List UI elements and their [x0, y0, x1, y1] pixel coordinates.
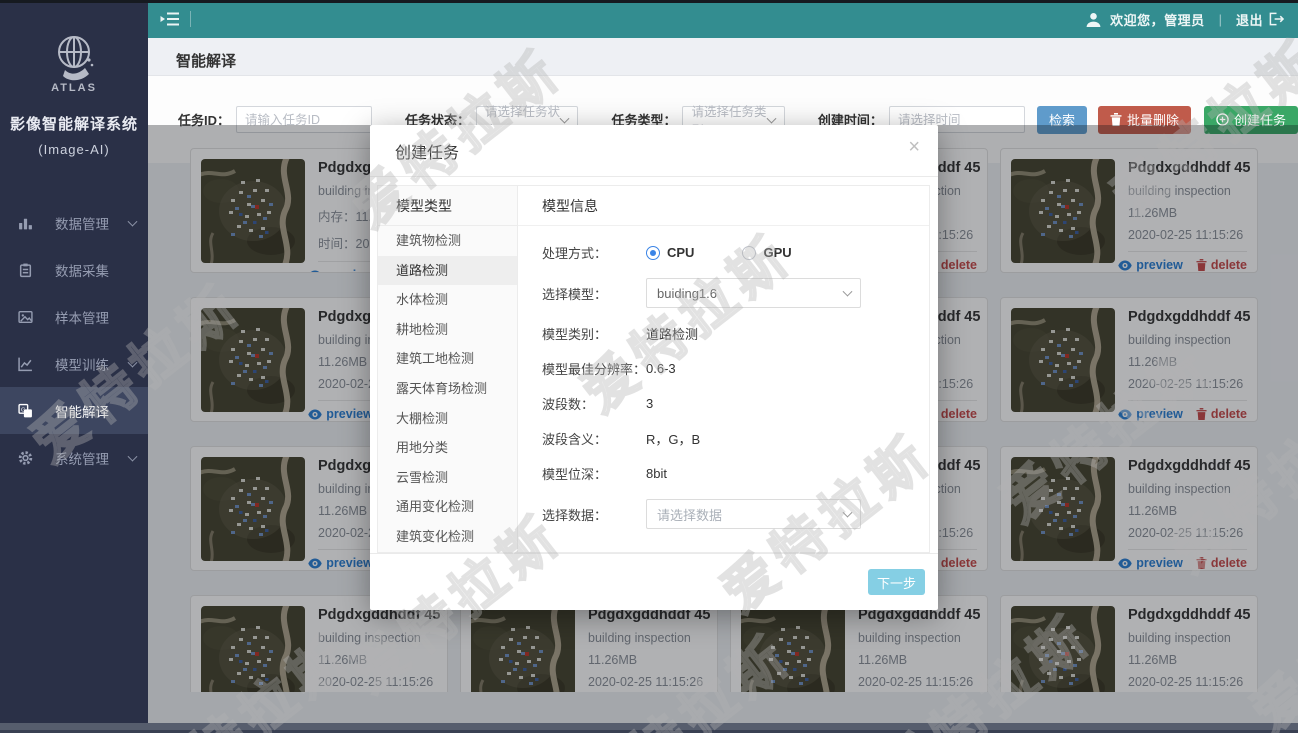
band-count-label: 波段数：	[542, 394, 646, 413]
model-type-item[interactable]: 道路检测	[378, 256, 517, 286]
svg-text:G: G	[21, 407, 26, 413]
sidebar-item-label: 数据采集	[55, 260, 109, 280]
sidebar-item-smart-interpret[interactable]: G 智能解译	[0, 387, 148, 434]
chevron-down-icon	[843, 287, 853, 297]
separator: |	[1219, 12, 1222, 27]
chevron-down-icon	[128, 216, 138, 226]
logo-block: ATLAS 影像智能解译系统 (Image-AI)	[0, 0, 148, 157]
gear-icon	[18, 450, 33, 465]
model-resolution-value: 0.6-3	[646, 361, 676, 376]
model-type-panel: 模型类型 建筑物检测道路检测水体检测耕地检测建筑工地检测露天体育场检测大棚检测用…	[378, 186, 518, 552]
band-meaning-label: 波段含义：	[542, 429, 646, 448]
footer-bar	[0, 723, 1298, 733]
collapse-menu-icon[interactable]	[158, 8, 182, 30]
model-type-item[interactable]: 用地分类	[378, 433, 517, 463]
sidebar-item-label: 系统管理	[55, 448, 109, 468]
model-type-item[interactable]: 耕地检测	[378, 315, 517, 345]
image-icon	[18, 309, 33, 324]
gpu-label: GPU	[763, 245, 791, 260]
logo-text: ATLAS	[51, 82, 97, 94]
model-category-value: 道路检测	[646, 324, 698, 343]
process-mode-label: 处理方式：	[542, 243, 646, 262]
page-title: 智能解译	[148, 38, 1298, 71]
chevron-down-icon	[843, 508, 853, 518]
modal-footer: 下一步	[370, 553, 938, 610]
sidebar: ATLAS 影像智能解译系统 (Image-AI) 数据管理 数据采集 样本管理…	[0, 0, 148, 723]
sidebar-item-data-collect[interactable]: 数据采集	[0, 246, 148, 293]
sidebar-menu: 数据管理 数据采集 样本管理 模型训练 G 智能解译 系统管理	[0, 199, 148, 481]
translate-icon: G	[18, 403, 33, 418]
modal-body: 模型类型 建筑物检测道路检测水体检测耕地检测建筑工地检测露天体育场检测大棚检测用…	[377, 185, 930, 553]
sidebar-item-model-train[interactable]: 模型训练	[0, 340, 148, 387]
bit-depth-label: 模型位深：	[542, 464, 646, 483]
model-type-item[interactable]: 建筑工地检测	[378, 344, 517, 374]
window-top-edge	[0, 0, 1298, 3]
model-type-item[interactable]: 建筑变化检测	[378, 522, 517, 552]
modal-header: 创建任务 ×	[370, 125, 938, 177]
model-type-list: 建筑物检测道路检测水体检测耕地检测建筑工地检测露天体育场检测大棚检测用地分类云雪…	[378, 226, 517, 552]
sidebar-item-sample-manage[interactable]: 样本管理	[0, 293, 148, 340]
radio-unchecked-icon	[742, 246, 756, 260]
next-step-button[interactable]: 下一步	[868, 569, 925, 595]
logout-button[interactable]: 退出	[1236, 10, 1284, 29]
atlas-logo-icon: ATLAS	[43, 30, 105, 96]
app-subtitle: (Image-AI)	[0, 142, 148, 157]
data-select-value: 请选择数据	[657, 505, 722, 524]
divider	[190, 11, 191, 27]
band-count-value: 3	[646, 396, 653, 411]
chart-bars-icon	[18, 215, 33, 230]
clipboard-icon	[18, 262, 33, 277]
sidebar-item-system-manage[interactable]: 系统管理	[0, 434, 148, 481]
gpu-radio[interactable]: GPU	[742, 245, 791, 260]
model-type-item[interactable]: 大棚检测	[378, 404, 517, 434]
model-category-label: 模型类别：	[542, 324, 646, 343]
model-type-panel-title: 模型类型	[378, 186, 517, 226]
sidebar-item-label: 数据管理	[55, 213, 109, 233]
chevron-down-icon	[128, 451, 138, 461]
model-type-item[interactable]: 通用变化检测	[378, 492, 517, 522]
user-icon	[1085, 11, 1102, 28]
cpu-label: CPU	[667, 245, 694, 260]
radio-checked-icon	[646, 246, 660, 260]
logout-icon	[1269, 12, 1284, 26]
sidebar-item-data-manage[interactable]: 数据管理	[0, 199, 148, 246]
model-info-panel-title: 模型信息	[518, 186, 929, 226]
chart-line-icon	[18, 356, 33, 371]
select-data-label: 选择数据：	[542, 505, 646, 524]
welcome-text: 欢迎您，管理员	[1110, 10, 1205, 29]
model-type-item[interactable]: 露天体育场检测	[378, 374, 517, 404]
bit-depth-value: 8bit	[646, 466, 667, 481]
sidebar-item-label: 模型训练	[55, 354, 109, 374]
band-meaning-value: R，G，B	[646, 429, 700, 448]
sidebar-item-label: 样本管理	[55, 307, 109, 327]
top-bar: 欢迎您，管理员 | 退出	[148, 0, 1298, 38]
close-icon[interactable]: ×	[908, 137, 920, 157]
model-select[interactable]: buiding1.6	[646, 278, 861, 308]
modal-title: 创建任务	[395, 139, 459, 163]
model-info-panel: 模型信息 处理方式： CPU GPU	[518, 186, 929, 552]
sidebar-item-label: 智能解译	[55, 401, 109, 421]
create-task-modal: 创建任务 × 模型类型 建筑物检测道路检测水体检测耕地检测建筑工地检测露天体育场…	[370, 125, 938, 610]
model-type-item[interactable]: 水体检测	[378, 285, 517, 315]
select-model-label: 选择模型：	[542, 284, 646, 303]
data-select[interactable]: 请选择数据	[646, 499, 861, 529]
model-type-item[interactable]: 建筑物检测	[378, 226, 517, 256]
model-type-item[interactable]: 云雪检测	[378, 463, 517, 493]
logout-label: 退出	[1236, 10, 1263, 29]
cpu-radio[interactable]: CPU	[646, 245, 694, 260]
chevron-down-icon	[128, 357, 138, 367]
model-select-value: buiding1.6	[657, 286, 717, 301]
app-title: 影像智能解译系统	[0, 113, 148, 134]
model-resolution-label: 模型最佳分辨率：	[542, 359, 646, 378]
